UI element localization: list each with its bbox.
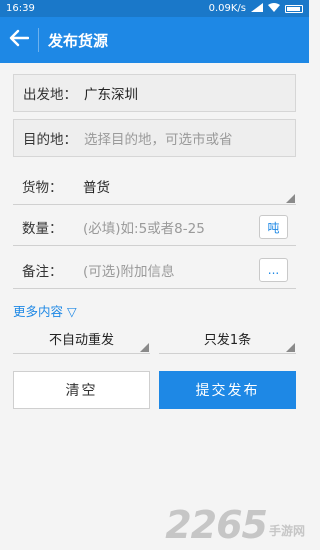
destination-placeholder: 选择目的地，可选市或省 — [84, 132, 233, 148]
origin-field[interactable]: 出发地： 广东深圳 — [13, 74, 296, 112]
back-button[interactable] — [0, 17, 38, 63]
more-content-link[interactable]: 更多内容 ▽ — [13, 301, 77, 320]
count-select-value: 只发1条 — [203, 332, 252, 348]
cargo-select[interactable]: 货物： 普货 — [13, 167, 296, 205]
quantity-label: 数量： — [22, 220, 63, 237]
app-bar-divider — [38, 28, 39, 52]
page-title: 发布货源 — [48, 31, 109, 50]
repost-select-value: 不自动重发 — [48, 332, 114, 348]
clear-button[interactable]: 清空 — [13, 371, 150, 409]
count-select[interactable]: 只发1条 — [159, 323, 296, 354]
cargo-value: 普货 — [83, 179, 110, 196]
watermark-site: 手游网 — [268, 524, 305, 538]
cargo-label: 货物： — [22, 179, 63, 196]
remark-label: 备注： — [22, 263, 63, 280]
dropdown-corner-icon — [140, 343, 149, 352]
status-bar: 16:39 0.09K/s — [0, 0, 309, 17]
submit-button[interactable]: 提交发布 — [159, 371, 296, 409]
battery-icon — [285, 4, 303, 13]
watermark-number: 2265 — [165, 503, 268, 547]
status-right: 0.09K/s — [208, 2, 303, 15]
signal-icon — [251, 2, 263, 15]
dropdown-corner-icon — [286, 343, 295, 352]
remark-more-button[interactable]: ... — [259, 258, 288, 282]
destination-label: 目的地： — [23, 132, 77, 148]
app-bar: 发布货源 — [0, 17, 309, 63]
destination-field[interactable]: 目的地： 选择目的地，可选市或省 — [13, 119, 296, 157]
repost-select[interactable]: 不自动重发 — [13, 323, 150, 354]
remark-field[interactable]: 备注： (可选)附加信息 ... — [13, 251, 296, 289]
arrow-left-icon — [9, 29, 30, 51]
status-time: 16:39 — [6, 3, 35, 14]
wifi-icon — [268, 2, 280, 15]
quantity-field[interactable]: 数量： (必填)如:5或者8-25 吨 — [13, 208, 296, 246]
net-speed: 0.09K/s — [208, 3, 246, 14]
origin-label: 出发地： — [23, 87, 77, 103]
origin-value: 广东深圳 — [84, 87, 138, 103]
dropdown-corner-icon — [286, 194, 295, 203]
watermark-logo: 2265 手游网 — [165, 506, 305, 544]
unit-button[interactable]: 吨 — [259, 215, 288, 239]
